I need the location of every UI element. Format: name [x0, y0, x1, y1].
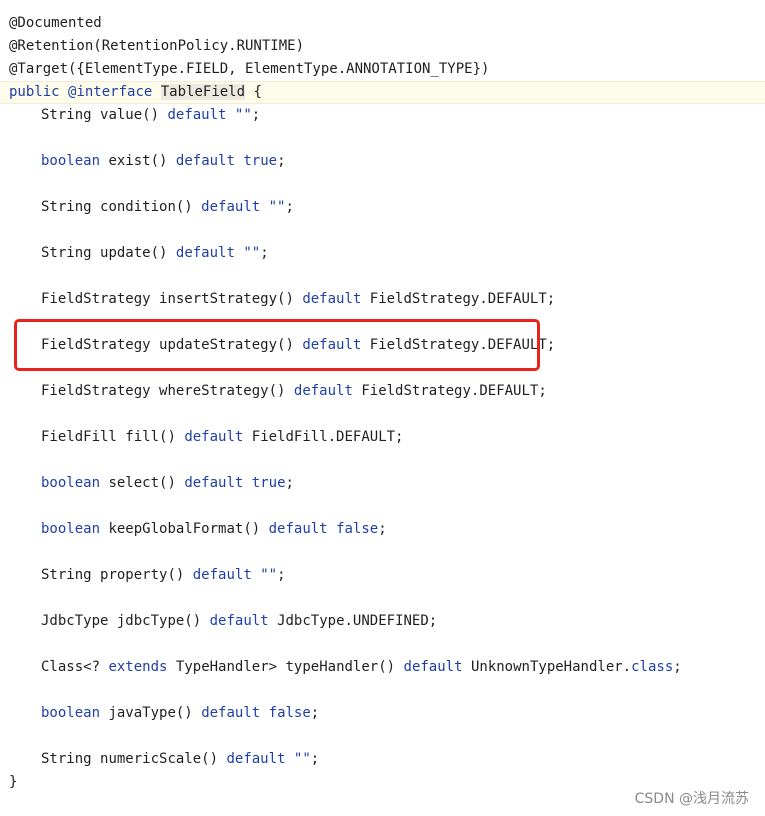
member-default-value: FieldStrategy.DEFAULT; [369, 291, 556, 307]
semicolon: ; [277, 153, 286, 169]
member-method: numericScale() [100, 751, 219, 767]
keyword-default: default [184, 429, 244, 445]
member-type: Class<? [41, 659, 101, 675]
annotation-retention: @Retention(RetentionPolicy.RUNTIME) [9, 38, 305, 54]
keyword-default: default [293, 383, 353, 399]
member-default-value: "" [260, 567, 278, 583]
member-method: condition() [100, 199, 193, 215]
keyword-default: default [192, 567, 252, 583]
member-method: insertStrategy() [159, 291, 294, 307]
member-type: String [41, 245, 92, 261]
code-line-update: String update() default ""; [0, 242, 765, 265]
member-method: whereStrategy() [159, 383, 286, 399]
keyword-default: default [201, 705, 261, 721]
member-default-value: FieldStrategy.DEFAULT; [361, 383, 547, 399]
keyword-default: default [268, 521, 328, 537]
member-method: typeHandler() [285, 659, 396, 675]
code-line-target: @Target({ElementType.FIELD, ElementType.… [0, 58, 765, 81]
code-line-fill: FieldFill fill() default FieldFill.DEFAU… [0, 426, 765, 449]
keyword-default: default [184, 475, 244, 491]
semicolon: ; [277, 567, 286, 583]
keyword-interface: @interface [68, 84, 153, 100]
code-line-insert-strategy: FieldStrategy insertStrategy() default F… [0, 288, 765, 311]
member-method: jdbcType() [116, 613, 202, 629]
member-type: FieldStrategy [41, 291, 151, 307]
keyword-public: public [9, 84, 60, 100]
code-line-keep-global-format: boolean keepGlobalFormat() default false… [0, 518, 765, 541]
code-line-jdbc-type: JdbcType jdbcType() default JdbcType.UND… [0, 610, 765, 633]
code-line-exist: boolean exist() default true; [0, 150, 765, 173]
code-line-interface-declaration: public @interface TableField { [0, 81, 765, 104]
code-line-condition: String condition() default ""; [0, 196, 765, 219]
member-method: exist() [108, 153, 168, 169]
member-default-value: UnknownTypeHandler. [470, 659, 632, 675]
interface-name: TableField [160, 84, 246, 100]
semicolon: ; [310, 705, 320, 721]
keyword-default: default [403, 659, 463, 675]
keyword-default: default [226, 751, 286, 767]
member-default-value: "" [268, 199, 286, 215]
keyword-class: class [631, 659, 674, 675]
member-default-value: true [243, 153, 278, 169]
code-line-documented: @Documented [0, 12, 765, 35]
keyword-extends: extends [108, 659, 168, 675]
semicolon: ; [285, 475, 294, 491]
highlight-annotation-box [14, 319, 540, 371]
semicolon: ; [251, 107, 261, 123]
code-line-value: String value() default ""; [0, 104, 765, 127]
member-default-value: true [251, 475, 286, 491]
member-default-value: "" [293, 751, 311, 767]
member-method: value() [100, 107, 160, 123]
annotation-target: @Target({ElementType.FIELD, ElementType.… [9, 61, 490, 77]
code-line-where-strategy: FieldStrategy whereStrategy() default Fi… [0, 380, 765, 403]
member-method: fill() [125, 429, 176, 445]
member-type: String [41, 199, 92, 215]
member-type: boolean [41, 475, 101, 491]
member-default-value: "" [234, 107, 252, 123]
member-type: boolean [41, 705, 101, 721]
member-type: FieldStrategy [41, 383, 151, 399]
code-line-retention: @Retention(RetentionPolicy.RUNTIME) [0, 35, 765, 58]
keyword-default: default [201, 199, 261, 215]
keyword-default: default [209, 613, 269, 629]
annotation-documented: @Documented [9, 15, 102, 31]
semicolon: ; [310, 751, 320, 767]
member-default-value: FieldFill.DEFAULT; [251, 429, 404, 445]
member-type: boolean [41, 521, 101, 537]
member-method: javaType() [108, 705, 193, 721]
code-line-java-type: boolean javaType() default false; [0, 702, 765, 725]
member-type: String [41, 751, 92, 767]
keyword-default: default [302, 291, 362, 307]
keyword-default: default [175, 153, 235, 169]
semicolon: ; [378, 521, 387, 537]
code-line-numeric-scale: String numericScale() default ""; [0, 748, 765, 771]
member-default-value: false [268, 705, 311, 721]
member-default-value: "" [243, 245, 261, 261]
code-line-property: String property() default ""; [0, 564, 765, 587]
member-method: update() [100, 245, 168, 261]
member-type: boolean [41, 153, 101, 169]
semicolon: ; [260, 245, 269, 261]
member-method: property() [100, 567, 185, 583]
type-bound: TypeHandler> [175, 659, 278, 675]
member-type: String [41, 567, 92, 583]
member-type: String [41, 107, 92, 123]
closing-brace: } [9, 774, 18, 790]
semicolon: ; [285, 199, 294, 215]
member-method: select() [108, 475, 176, 491]
member-type: FieldFill [41, 429, 117, 445]
code-line-select: boolean select() default true; [0, 472, 765, 495]
open-brace: { [253, 84, 262, 100]
keyword-default: default [167, 107, 227, 123]
semicolon: ; [673, 659, 682, 675]
member-method: keepGlobalFormat() [108, 521, 261, 537]
code-line-type-handler: Class<? extends TypeHandler> typeHandler… [0, 656, 765, 679]
watermark: CSDN @浅月流苏 [634, 791, 749, 807]
member-default-value: false [336, 521, 379, 537]
member-default-value: JdbcType.UNDEFINED; [277, 613, 438, 629]
keyword-default: default [175, 245, 235, 261]
member-type: JdbcType [41, 613, 109, 629]
code-editor[interactable]: @Documented @Retention(RetentionPolicy.R… [0, 0, 765, 816]
